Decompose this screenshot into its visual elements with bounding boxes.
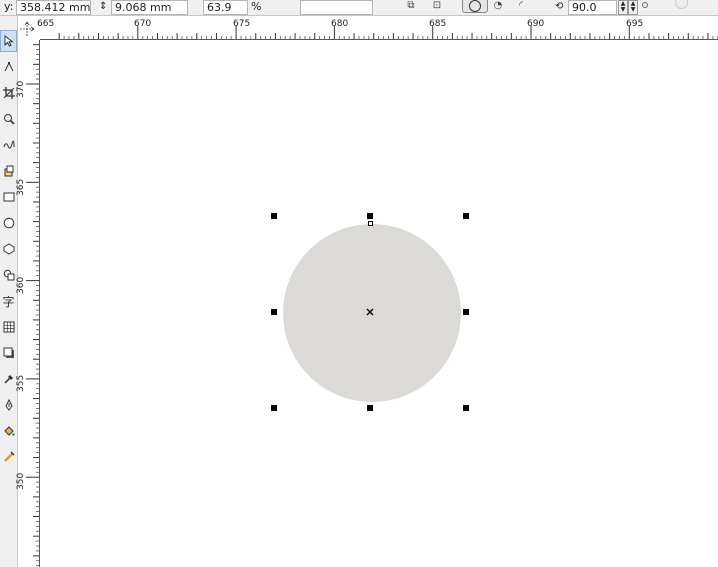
rectangle-tool-icon[interactable]	[0, 186, 17, 208]
pie-mode-icon[interactable]: ◔	[493, 0, 503, 13]
direction-icon[interactable]	[675, 0, 688, 9]
polygon-tool-icon[interactable]	[0, 238, 17, 260]
selection-handle-top-right[interactable]	[463, 213, 469, 219]
outline-pen-tool-icon[interactable]	[0, 394, 17, 416]
ellipse-node-handle[interactable]	[368, 221, 373, 226]
ruler-label-365: 365	[16, 178, 26, 196]
smart-fill-tool-icon[interactable]	[0, 160, 17, 182]
shape-tool-icon[interactable]	[0, 56, 17, 78]
selection-handle-bottom[interactable]	[367, 405, 373, 411]
height-field[interactable]: 9.068 mm	[111, 0, 188, 15]
rotation-field[interactable]: 90.0	[568, 0, 617, 15]
ruler-label-370: 370	[16, 80, 26, 98]
zoom-tool-icon[interactable]	[0, 108, 17, 130]
selection-handle-top[interactable]	[367, 213, 373, 219]
horizontal-ruler[interactable]: 665 670 675 680 685 690 695	[37, 16, 718, 40]
ruler-label-670: 670	[134, 19, 152, 29]
degree-icon	[642, 2, 648, 8]
ruler-label-350: 350	[16, 472, 26, 490]
ruler-label-675: 675	[233, 19, 251, 29]
pick-tool-icon[interactable]	[0, 30, 17, 52]
freehand-tool-icon[interactable]	[0, 134, 17, 156]
vertical-ruler[interactable]: 370 365 360 355 350	[16, 40, 40, 567]
rotation-spinner-2[interactable]: ▲ ▼	[628, 0, 638, 15]
drawing-canvas[interactable]	[40, 40, 718, 567]
rotation-icon: ⟲	[555, 1, 564, 12]
y-position-field[interactable]: 358.412 mm	[16, 0, 91, 15]
ruler-label-685: 685	[429, 19, 447, 29]
ruler-label-360: 360	[16, 276, 26, 294]
y-label: y:	[4, 0, 14, 13]
ruler-label-665: 665	[37, 19, 55, 29]
property-bar: y: 358.412 mm ⇕ 9.068 mm 63.9 % ⧉ ⊡ ◔ ◜ …	[0, 0, 718, 16]
ellipse-mode-icon	[469, 0, 481, 12]
height-icon: ⇕	[99, 1, 108, 12]
arc-mode-icon[interactable]: ◜	[516, 0, 526, 13]
ellipse-tool-icon[interactable]	[0, 212, 17, 234]
table-tool-icon[interactable]	[0, 316, 17, 338]
align-icon[interactable]: ⧉	[404, 0, 418, 13]
fill-tool-icon[interactable]	[0, 420, 17, 442]
basic-shapes-tool-icon[interactable]	[0, 264, 17, 286]
ruler-label-695: 695	[626, 19, 644, 29]
drop-shadow-tool-icon[interactable]	[0, 342, 17, 364]
ellipse-mode-button[interactable]	[462, 0, 488, 13]
selection-handle-left[interactable]	[271, 309, 277, 315]
ruler-label-680: 680	[331, 19, 349, 29]
selection-handle-right[interactable]	[463, 309, 469, 315]
center-marker-icon	[366, 308, 374, 316]
ruler-label-355: 355	[16, 374, 26, 392]
selection-handle-bottom-right[interactable]	[463, 405, 469, 411]
rotation-spinner[interactable]: ▲ ▼	[618, 0, 628, 15]
scale-field[interactable]: 63.9	[203, 0, 248, 15]
text-tool-icon[interactable]: 字	[0, 290, 17, 312]
outline-width-field[interactable]	[300, 0, 373, 15]
selection-handle-top-left[interactable]	[271, 213, 277, 219]
crop-tool-icon[interactable]	[0, 82, 17, 104]
arrange-icon[interactable]: ⊡	[430, 0, 444, 13]
ruler-label-690: 690	[527, 19, 545, 29]
selection-handle-bottom-left[interactable]	[271, 405, 277, 411]
interactive-fill-tool-icon[interactable]	[0, 446, 17, 468]
percent-label: %	[251, 0, 262, 13]
eyedropper-tool-icon[interactable]	[0, 368, 17, 390]
